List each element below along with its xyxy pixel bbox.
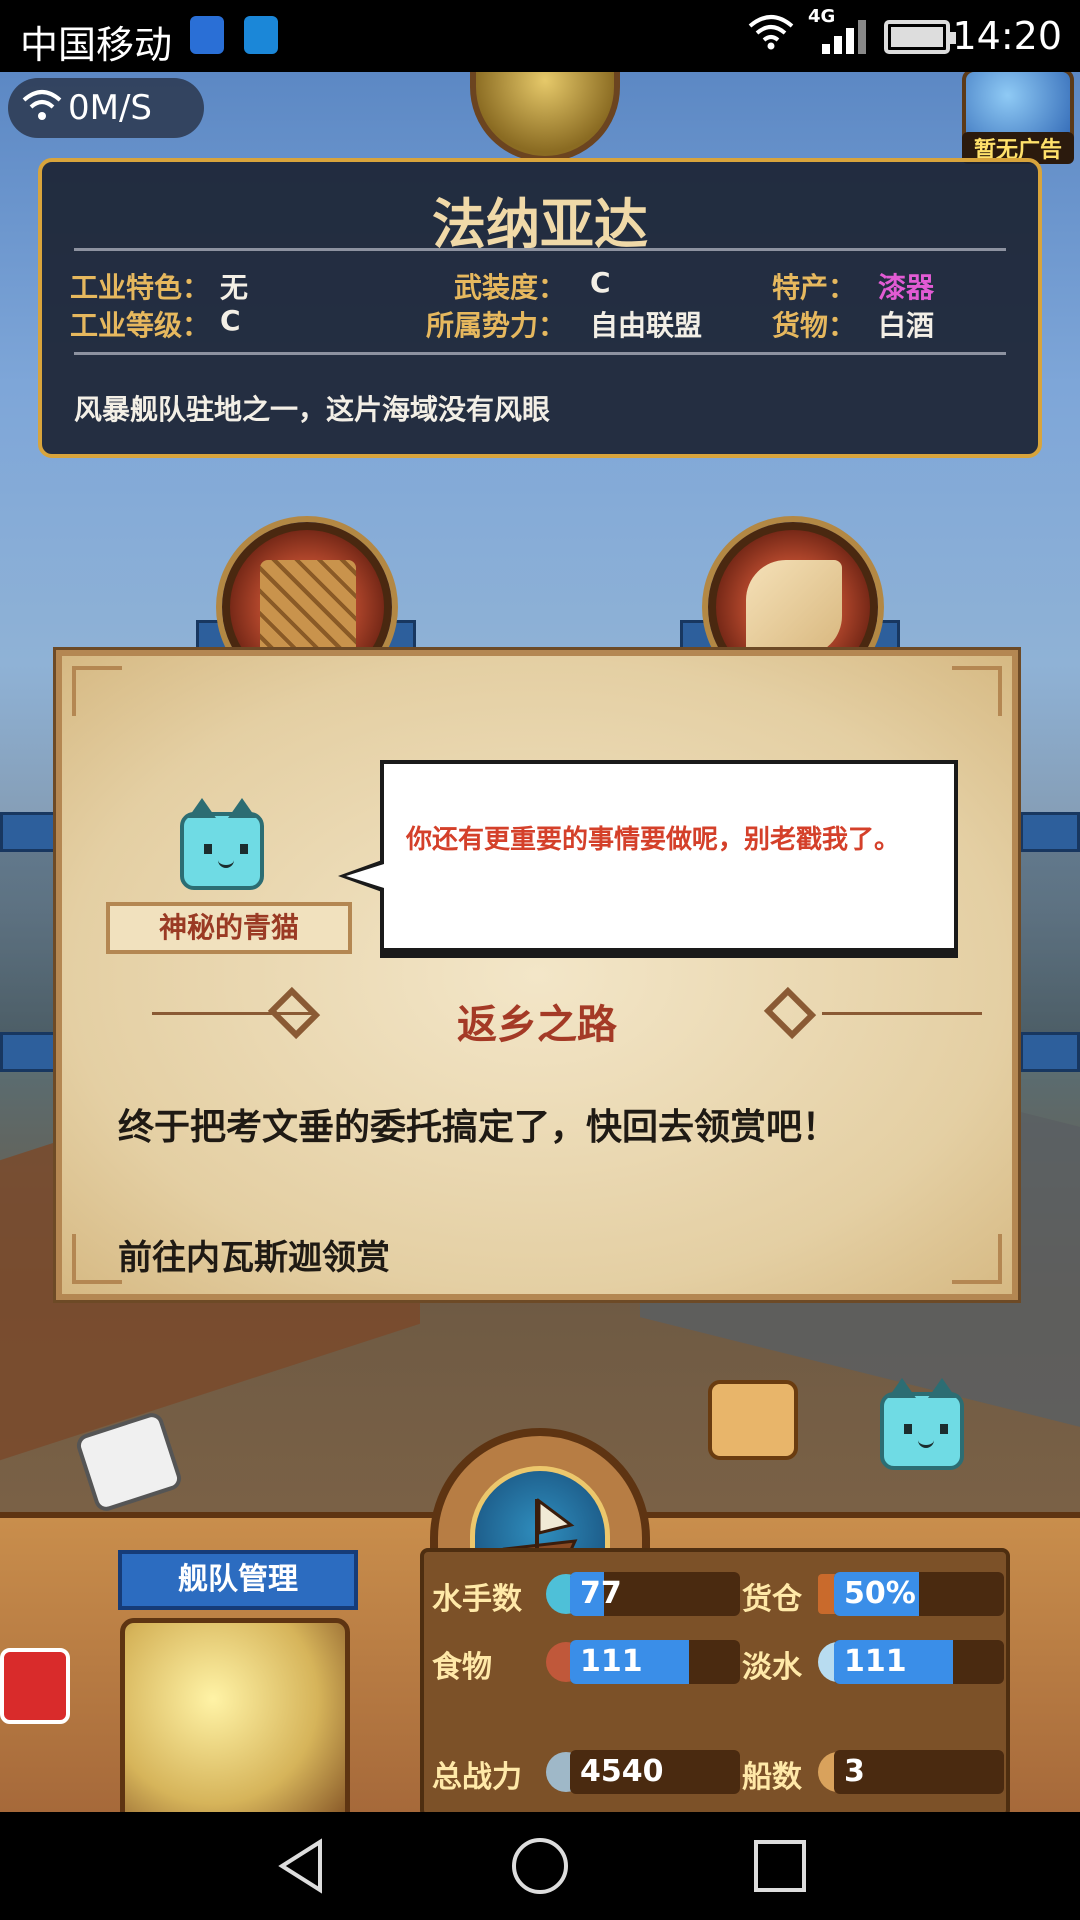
sailors-bar: 77 xyxy=(570,1572,740,1616)
food-bar: 111 xyxy=(570,1640,740,1684)
speaker-name: 神秘的青猫 xyxy=(106,902,352,954)
power-label: 总战力 xyxy=(432,1760,522,1795)
port-info-panel: 法纳亚达 工业特色： 无 工业等级： C 武装度： C 所属势力： 自由联盟 特… xyxy=(38,158,1042,458)
ad-chest-button[interactable]: 暂无广告 xyxy=(962,72,1074,164)
fleet-ship-image[interactable] xyxy=(120,1618,350,1812)
game-scene: 0M/S 暂无广告 法纳亚达 工业特色： 无 工业等级： C 武装度： C 所属… xyxy=(0,72,1080,1812)
notification-app-icon xyxy=(244,16,278,54)
net-speed-indicator: 0M/S xyxy=(8,78,204,138)
quest-text: 终于把考文垂的委托搞定了，快回去领赏吧！ xyxy=(118,1107,839,1148)
armament-value: C xyxy=(590,266,611,299)
industry-level-value: C xyxy=(220,304,241,337)
faction-value: 自由联盟 xyxy=(590,309,703,342)
specialty-label: 特产： xyxy=(772,271,857,304)
water-label: 淡水 xyxy=(742,1650,802,1685)
speech-bubble: 你还有更重要的事情要做呢，别老戳我了。 xyxy=(338,760,958,952)
fleet-stats: 水手数 77 货仓 50% 食物 111 淡水 111 总战力 4540 船数 … xyxy=(420,1548,1010,1812)
back-icon[interactable] xyxy=(270,1836,334,1896)
fleet-management-button[interactable]: 舰队管理 xyxy=(118,1550,358,1610)
battery-icon xyxy=(884,20,956,54)
sailors-value: 77 xyxy=(580,1576,622,1611)
water-value: 111 xyxy=(844,1644,907,1679)
ribbon xyxy=(0,812,60,852)
signal-icon xyxy=(822,20,866,54)
armament-label: 武装度： xyxy=(454,271,567,304)
ornament xyxy=(952,666,1002,716)
quest-title: 返乡之路 xyxy=(457,1002,617,1048)
cargo-bar: 50% xyxy=(834,1572,1004,1616)
wifi-icon xyxy=(22,90,62,120)
bottom-panel: 舰队管理 水手数 77 货仓 50% 食物 111 淡水 111 总战力 454… xyxy=(0,1428,1080,1812)
industry-level-label: 工业等级： xyxy=(70,309,211,342)
ships-bar: 3 xyxy=(834,1750,1004,1794)
ribbon xyxy=(1020,1032,1080,1072)
faction-label: 所属势力： xyxy=(426,309,567,342)
goods-value: 白酒 xyxy=(878,309,935,342)
dock-icon xyxy=(260,560,356,656)
shiba-dog-character[interactable] xyxy=(708,1380,798,1460)
power-value: 4540 xyxy=(580,1754,664,1789)
ships-label: 船数 xyxy=(742,1760,802,1795)
industry-feature-value: 无 xyxy=(220,271,249,304)
status-bar: 中国移动 4G 14:20 xyxy=(0,0,1080,72)
divider xyxy=(74,248,1006,251)
port-description: 风暴舰队驻地之一，这片海域没有风眼 xyxy=(74,393,551,426)
shield-app-icon xyxy=(190,16,224,54)
npc-dialog[interactable]: 神秘的青猫 你还有更重要的事情要做呢，别老戳我了。 返乡之路 终于把考文垂的委托… xyxy=(56,650,1018,1300)
goods-label: 货物： xyxy=(772,309,857,342)
ornament xyxy=(952,1234,1002,1284)
industry-feature-label: 工业特色： xyxy=(70,271,211,304)
sailors-label: 水手数 xyxy=(432,1582,522,1617)
water-bar: 111 xyxy=(834,1640,1004,1684)
wifi-icon xyxy=(748,15,794,50)
net-speed-label: 0M/S xyxy=(68,88,153,128)
ships-value: 3 xyxy=(844,1754,865,1789)
quest-goal: 前往内瓦斯迦领赏 xyxy=(118,1238,390,1278)
divider xyxy=(74,352,1006,355)
recent-apps-icon[interactable] xyxy=(748,1836,812,1896)
divider xyxy=(822,1012,982,1015)
crew-alert-button[interactable] xyxy=(0,1648,70,1724)
cargo-value: 50% xyxy=(844,1576,916,1611)
blue-cat-character[interactable] xyxy=(880,1378,964,1470)
home-icon[interactable] xyxy=(508,1836,572,1896)
cargo-label: 货仓 xyxy=(742,1582,802,1617)
ribbon xyxy=(1020,812,1080,852)
ribbon xyxy=(0,1032,60,1072)
food-value: 111 xyxy=(580,1644,643,1679)
navigation-bar xyxy=(0,1812,1080,1920)
speech-text: 你还有更重要的事情要做呢，别老戳我了。 xyxy=(406,825,901,855)
ornament xyxy=(72,1234,122,1284)
specialty-value: 漆器 xyxy=(878,271,935,304)
scroll-icon xyxy=(746,560,842,656)
food-label: 食物 xyxy=(432,1650,492,1685)
world-map-button[interactable] xyxy=(470,72,620,162)
clock-label: 14:20 xyxy=(952,14,1062,58)
blue-cat-avatar xyxy=(180,798,264,890)
ornament xyxy=(72,666,122,716)
power-bar: 4540 xyxy=(570,1750,740,1794)
carrier-label: 中国移动 xyxy=(20,23,173,67)
